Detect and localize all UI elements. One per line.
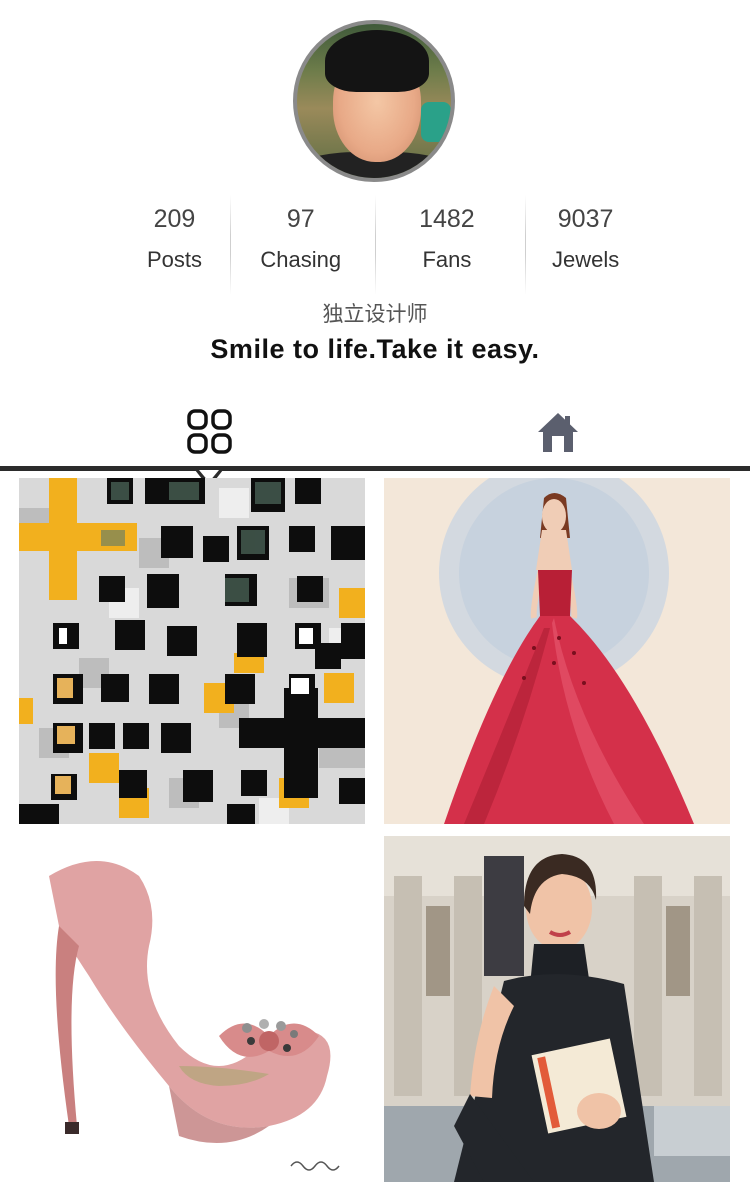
stat-divider bbox=[230, 195, 231, 295]
stat-divider bbox=[525, 195, 526, 295]
stat-divider bbox=[375, 195, 376, 295]
stat-value: 209 bbox=[153, 205, 196, 233]
tab-bar bbox=[0, 400, 750, 470]
stat-label: Chasing bbox=[260, 247, 342, 272]
stat-posts[interactable]: 209 Posts bbox=[120, 195, 229, 295]
gallery-item-street[interactable] bbox=[384, 836, 730, 1182]
stat-value: 97 bbox=[286, 205, 315, 233]
profile-stats: 209 Posts 97 Chasing 1482 Fans 9037 Jewe… bbox=[120, 195, 650, 295]
tab-indicator-bar bbox=[0, 466, 750, 471]
street-style-photo bbox=[384, 836, 730, 1182]
avatar[interactable] bbox=[293, 20, 455, 182]
stat-label: Fans bbox=[422, 247, 472, 272]
stat-value: 1482 bbox=[419, 205, 475, 233]
tab-grid[interactable] bbox=[150, 400, 270, 464]
tab-home[interactable] bbox=[498, 400, 618, 464]
red-gown-illustration bbox=[384, 478, 730, 824]
stat-label: Posts bbox=[146, 247, 202, 272]
building-facade-image bbox=[19, 478, 365, 824]
stat-fans[interactable]: 1482 Fans bbox=[373, 195, 522, 295]
gallery-item-gown[interactable] bbox=[384, 478, 730, 824]
stat-value: 9037 bbox=[557, 205, 614, 233]
avatar-background bbox=[421, 102, 451, 142]
gallery-item-building[interactable] bbox=[19, 478, 365, 824]
profile-title: 独立设计师 bbox=[322, 302, 428, 326]
stat-label: Jewels bbox=[551, 247, 620, 272]
home-icon bbox=[538, 413, 578, 452]
stat-jewels[interactable]: 9037 Jewels bbox=[521, 195, 650, 295]
grid-icon bbox=[187, 409, 232, 454]
stat-chasing[interactable]: 97 Chasing bbox=[229, 195, 373, 295]
profile-motto: Smile to life.Take it easy. bbox=[210, 334, 540, 364]
pink-heel-illustration bbox=[19, 836, 365, 1182]
gallery-item-heel[interactable] bbox=[19, 836, 365, 1182]
avatar-hair bbox=[325, 30, 429, 92]
